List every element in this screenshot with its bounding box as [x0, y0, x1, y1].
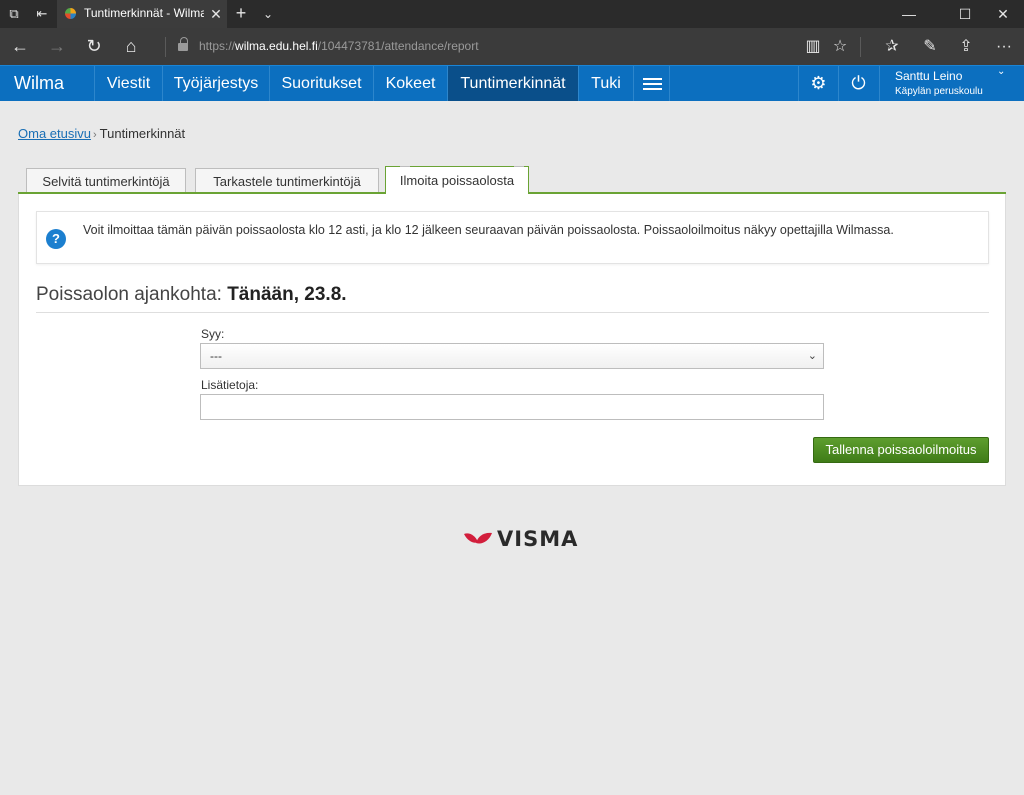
save-absence-button[interactable]: Tallenna poissaoloilmoitus [813, 437, 989, 463]
tab-selvita[interactable]: Selvitä tuntimerkintöjä [26, 168, 186, 195]
visma-mark-icon [464, 532, 492, 544]
nav-item-kokeet[interactable]: Kokeet [374, 66, 448, 101]
breadcrumb-home-link[interactable]: Oma etusivu [18, 126, 91, 141]
browser-tab[interactable]: Tuntimerkinnät - Wilma ✕ [57, 0, 227, 28]
tab-tarkastele[interactable]: Tarkastele tuntimerkintöjä [195, 168, 379, 195]
chevron-down-icon[interactable]: ⌄ [256, 0, 280, 28]
forward-arrow-icon[interactable]: → [39, 28, 75, 65]
tab-bar: Selvitä tuntimerkintöjä Tarkastele tunti… [18, 166, 1006, 195]
main-navigation: Wilma Viestit Työjärjestys Suoritukset K… [0, 65, 1024, 101]
reason-select[interactable]: --- ⌄ [200, 343, 824, 369]
extra-info-input[interactable] [200, 394, 824, 420]
user-menu[interactable]: Santtu Leino Käpylän peruskoulu ⌄ [879, 66, 1024, 101]
tab-ilmoita[interactable]: Ilmoita poissaolosta [385, 166, 529, 194]
nav-item-tyojarjestys[interactable]: Työjärjestys [163, 66, 270, 101]
wilma-brand[interactable]: Wilma [0, 66, 95, 101]
chevron-down-icon: ⌄ [807, 350, 817, 362]
nav-item-suoritukset[interactable]: Suoritukset [270, 66, 374, 101]
user-name: Santtu Leino [895, 69, 963, 83]
user-school: Käpylän peruskoulu [895, 86, 983, 97]
breadcrumb: Oma etusivu › Tuntimerkinnät [18, 126, 185, 141]
favorites-icon[interactable]: ✰ [875, 28, 909, 65]
visma-logo: VISMA [463, 526, 577, 551]
browser-tab-strip: ⧉ ⇤ Tuntimerkinnät - Wilma ✕ + ⌄ — ☐ ✕ [0, 0, 1024, 28]
back-arrow-icon[interactable]: ← [2, 28, 38, 65]
reason-label: Syy: [201, 327, 225, 341]
lock-icon [178, 37, 188, 52]
address-bar[interactable]: https://wilma.edu.hel.fi/104473781/atten… [199, 39, 479, 53]
nav-item-viestit[interactable]: Viestit [95, 66, 163, 101]
tab-manager-icon[interactable]: ⧉ [0, 0, 28, 28]
chevron-down-icon: ⌄ [997, 66, 1006, 77]
power-icon[interactable]: ⏻ [838, 66, 878, 101]
new-tab-icon[interactable]: + [230, 0, 252, 28]
absence-report-panel: ? Voit ilmoittaa tämän päivän poissaolos… [18, 194, 1006, 486]
browser-tab-title: Tuntimerkinnät - Wilma [84, 6, 204, 20]
share-icon[interactable]: ⇪ [949, 28, 983, 65]
nav-item-tuki[interactable]: Tuki [579, 66, 634, 101]
pen-icon[interactable]: ✎ [913, 28, 947, 65]
browser-toolbar: ← → ↻ ⌂ https://wilma.edu.hel.fi/1044737… [0, 28, 1024, 65]
star-icon[interactable]: ☆ [823, 28, 857, 65]
nav-item-tuntimerkinnat[interactable]: Tuntimerkinnät [448, 66, 579, 101]
question-icon: ? [46, 229, 66, 249]
wilma-favicon-icon [65, 8, 76, 19]
chevron-right-icon: › [92, 129, 97, 141]
close-tab-icon[interactable]: ✕ [207, 0, 225, 28]
user-settings-icon[interactable]: ⚙ [798, 66, 838, 101]
home-icon[interactable]: ⌂ [113, 28, 149, 65]
reason-selected-value: --- [210, 349, 222, 363]
set-aside-icon[interactable]: ⇤ [28, 0, 56, 28]
absence-time-heading: Poissaolon ajankohta: Tänään, 23.8. [36, 284, 347, 305]
refresh-icon[interactable]: ↻ [76, 28, 112, 65]
extra-info-label: Lisätietoja: [201, 378, 259, 392]
visma-logo-text: VISMA [497, 527, 579, 551]
more-icon[interactable]: ··· [987, 28, 1021, 65]
minimize-icon[interactable]: — [886, 0, 932, 28]
info-box: ? Voit ilmoittaa tämän päivän poissaolos… [36, 211, 989, 264]
info-text: Voit ilmoittaa tämän päivän poissaolosta… [83, 223, 894, 237]
hamburger-menu-icon[interactable] [634, 66, 670, 101]
close-window-icon[interactable]: ✕ [980, 0, 1024, 28]
breadcrumb-current: Tuntimerkinnät [99, 126, 186, 141]
